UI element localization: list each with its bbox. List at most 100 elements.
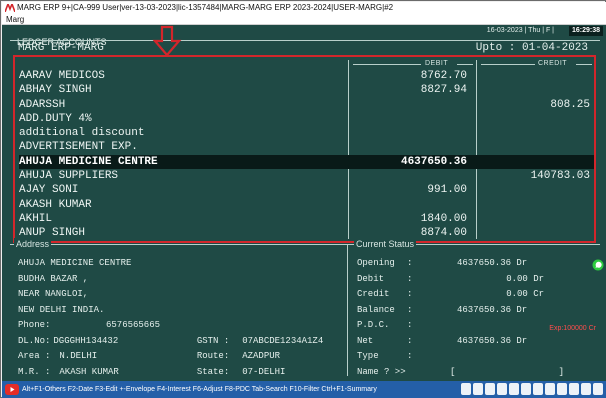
ledger-row[interactable]: ADVERTISEMENT EXP. (19, 140, 594, 154)
colon: : (407, 320, 413, 330)
window-title: MARG ERP 9+|CA-999 User|ver-13-03-2023|l… (17, 3, 394, 12)
account-name: ABHAY SINGH (19, 84, 92, 97)
company-name: MARG ERP-MARG (18, 42, 104, 54)
mr-value: AKASH KUMAR (59, 366, 119, 377)
mr-label: M.R. : (18, 366, 51, 377)
ledger-row-selected[interactable]: AHUJA MEDICINE CENTRE 4637650.36 (19, 154, 594, 170)
name-search-row[interactable]: Name ? >> [] (357, 365, 602, 381)
ledger-row[interactable]: ADD.DUTY 4% (19, 112, 594, 126)
account-name: ADVERTISEMENT EXP. (19, 141, 138, 154)
debit-amount: 8762.70 (420, 70, 467, 82)
settings-icon[interactable] (569, 383, 579, 395)
ledger-screen: LEDGER ACCOUNTS MARG ERP-MARG Upto : 01-… (2, 25, 606, 381)
credit-column-header: CREDIT (538, 60, 568, 67)
account-name: AKHIL (19, 212, 53, 225)
chat-icon[interactable] (533, 383, 543, 395)
phone-value: 6576565665 (106, 320, 161, 330)
ledger-row[interactable]: AHUJA SUPPLIERS 140783.03 (19, 169, 594, 183)
phone-icon[interactable] (473, 383, 483, 395)
app-window: MARG ERP 9+|CA-999 User|ver-13-03-2023|l… (0, 0, 606, 398)
ledger-row[interactable]: AKHIL 1840.00 (19, 212, 594, 226)
export-icon[interactable] (509, 383, 519, 395)
account-name: AJAY SONI (19, 184, 79, 197)
address-line-1: AHUJA MEDICINE CENTRE (18, 258, 132, 268)
credit-amount: 808.25 (550, 98, 590, 111)
area-label: Area : (18, 351, 51, 361)
whatsapp-footer-icon[interactable] (461, 383, 471, 395)
keyboard-icon[interactable] (557, 383, 567, 395)
ledger-row[interactable]: ADARSSH 808.25 (19, 98, 594, 112)
help-icon[interactable] (581, 383, 591, 395)
menu-icon[interactable] (593, 383, 603, 395)
credit-row: Credit: 0.00 Cr (357, 287, 602, 303)
account-name: AARAV MEDICOS (19, 70, 105, 82)
account-name: AHUJA SUPPLIERS (19, 170, 119, 183)
account-name: AHUJA MEDICINE CENTRE (19, 155, 158, 168)
dl-gstn-row: DL.No: DGGGHH134432 GSTN : 07ABCDE1234A1… (18, 334, 323, 350)
credit-value: 0.00 Cr (506, 289, 544, 299)
state-value: 07-DELHI (242, 366, 286, 377)
ledger-row[interactable]: ANUP SINGH 8874.00 (19, 226, 594, 240)
debit-column-header: DEBIT (425, 60, 449, 67)
route-label: Route: (196, 351, 230, 361)
debit-row: Debit: 0.00 Dr (357, 272, 602, 288)
ledger-row[interactable]: AARAV MEDICOS 8762.70 (19, 69, 594, 83)
balance-label: Balance (357, 304, 395, 315)
title-bar: MARG ERP 9+|CA-999 User|ver-13-03-2023|l… (2, 2, 606, 14)
debit-label: Debit (357, 273, 385, 284)
name-input-close[interactable]: ] (559, 365, 564, 381)
date-indicator: 16-03-2023 | Thu | F | (486, 27, 554, 34)
pdc-label: P.D.C. (357, 320, 390, 330)
colon: : (407, 289, 413, 299)
phone-label: Phone: (18, 320, 51, 330)
phone-row: Phone: 6576565665 (18, 318, 323, 334)
calculator-icon[interactable] (521, 383, 531, 395)
account-name: ADD.DUTY 4% (19, 112, 92, 125)
colon: : (407, 258, 413, 268)
opening-label: Opening (357, 258, 395, 268)
net-label: Net (357, 335, 374, 346)
area-value: N.DELHI (59, 351, 98, 361)
gstn-value: 07ABCDE1234A1Z4 (242, 335, 324, 346)
arrow-down-icon (152, 25, 182, 57)
debit-header-rule (353, 64, 421, 65)
status-heading: Current Status (354, 238, 417, 250)
youtube-icon[interactable] (5, 384, 19, 395)
menu-marg[interactable]: Marg (6, 15, 24, 24)
address-panel: AHUJA MEDICINE CENTRE BUDHA BAZAR , NEAR… (18, 256, 323, 380)
address-heading: Address (14, 238, 52, 250)
name-search-label: Name ? >> (357, 366, 406, 377)
app-status-bar: 16-03-2023 | Thu | F | 16:29:38 (2, 25, 606, 37)
email-icon[interactable] (485, 383, 495, 395)
upto-date: Upto : 01-04-2023 (475, 42, 588, 54)
marg-logo-icon (5, 4, 15, 12)
type-row: Type: (357, 349, 602, 365)
address-line-4: NEW DELHI INDIA. (18, 304, 105, 315)
ledger-row[interactable]: AJAY SONI 991.00 (19, 183, 594, 197)
ledger-rows: AARAV MEDICOS 8762.70 ABHAY SINGH 8827.94 … (19, 69, 594, 241)
name-input-open[interactable]: [ (450, 365, 455, 381)
account-name: ADARSSH (19, 98, 66, 111)
ledger-row[interactable]: additional discount (19, 126, 594, 140)
ledger-row[interactable]: AKASH KUMAR (19, 198, 594, 212)
section-divider (10, 244, 600, 245)
video-icon[interactable] (545, 383, 555, 395)
credit-label: Credit (357, 289, 390, 299)
credit-header-rule (481, 64, 535, 65)
panel-divider (347, 244, 348, 376)
colon: : (407, 351, 413, 361)
route-value: AZADPUR (242, 351, 281, 361)
menu-bar: Marg (2, 14, 606, 25)
colon: : (407, 273, 413, 284)
footer-icons (461, 383, 603, 395)
print-icon[interactable] (497, 383, 507, 395)
debit-amount: 4637650.36 (400, 155, 467, 168)
ledger-row[interactable]: ABHAY SINGH 8827.94 (19, 83, 594, 97)
whatsapp-icon[interactable] (592, 259, 604, 271)
opening-value: 4637650.36 Dr (457, 258, 528, 268)
net-row: Net: 4637650.36 Dr (357, 334, 602, 350)
status-panel: Opening: 4637650.36 Dr Debit: 0.00 Dr Cred… (357, 256, 602, 380)
address-line-3: NEAR NANGLOI, (18, 289, 89, 299)
debit-header-rule (457, 64, 473, 65)
ledger-list[interactable]: DEBIT CREDIT AARAV MEDICOS 8762.70 ABHAY … (13, 55, 596, 243)
